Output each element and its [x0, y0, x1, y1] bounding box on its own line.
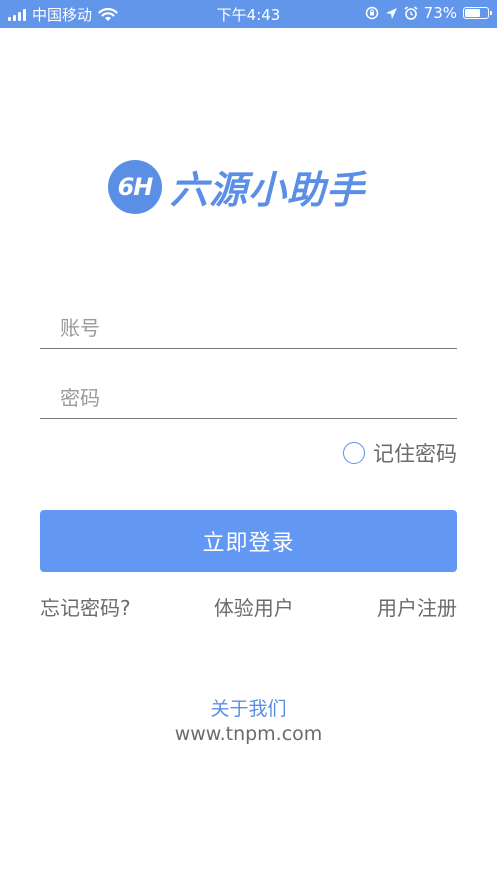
about-us-link[interactable]: 关于我们	[0, 694, 497, 721]
register-link[interactable]: 用户注册	[377, 592, 457, 621]
status-bar: 中国移动 下午4:43 73%	[0, 0, 497, 28]
account-field	[40, 308, 457, 349]
remember-label: 记住密码	[373, 442, 457, 466]
battery-fill	[465, 9, 480, 17]
orientation-lock-icon	[365, 6, 378, 20]
forgot-password-link[interactable]: 忘记密码?	[40, 592, 131, 621]
logo-badge: 6H	[108, 159, 162, 214]
password-field	[40, 378, 457, 419]
account-input[interactable]	[40, 308, 457, 348]
trial-user-link[interactable]: 体验用户	[214, 592, 294, 621]
auth-links: 忘记密码? 体验用户 用户注册	[40, 592, 457, 621]
app-title: 六源小助手	[170, 168, 366, 212]
alarm-icon	[404, 6, 418, 20]
location-icon	[385, 7, 397, 19]
login-button[interactable]: 立即登录	[40, 510, 457, 572]
password-input[interactable]	[40, 378, 457, 418]
app-logo: 6H 六源小助手	[108, 159, 365, 214]
battery-percent: 73%	[423, 4, 457, 22]
status-bar-right: 73%	[365, 4, 492, 22]
website-text: www.tnpm.com	[174, 723, 323, 745]
battery-icon	[463, 7, 492, 19]
remember-password-toggle[interactable]: 记住密码	[343, 438, 457, 468]
remember-radio[interactable]	[343, 442, 365, 464]
